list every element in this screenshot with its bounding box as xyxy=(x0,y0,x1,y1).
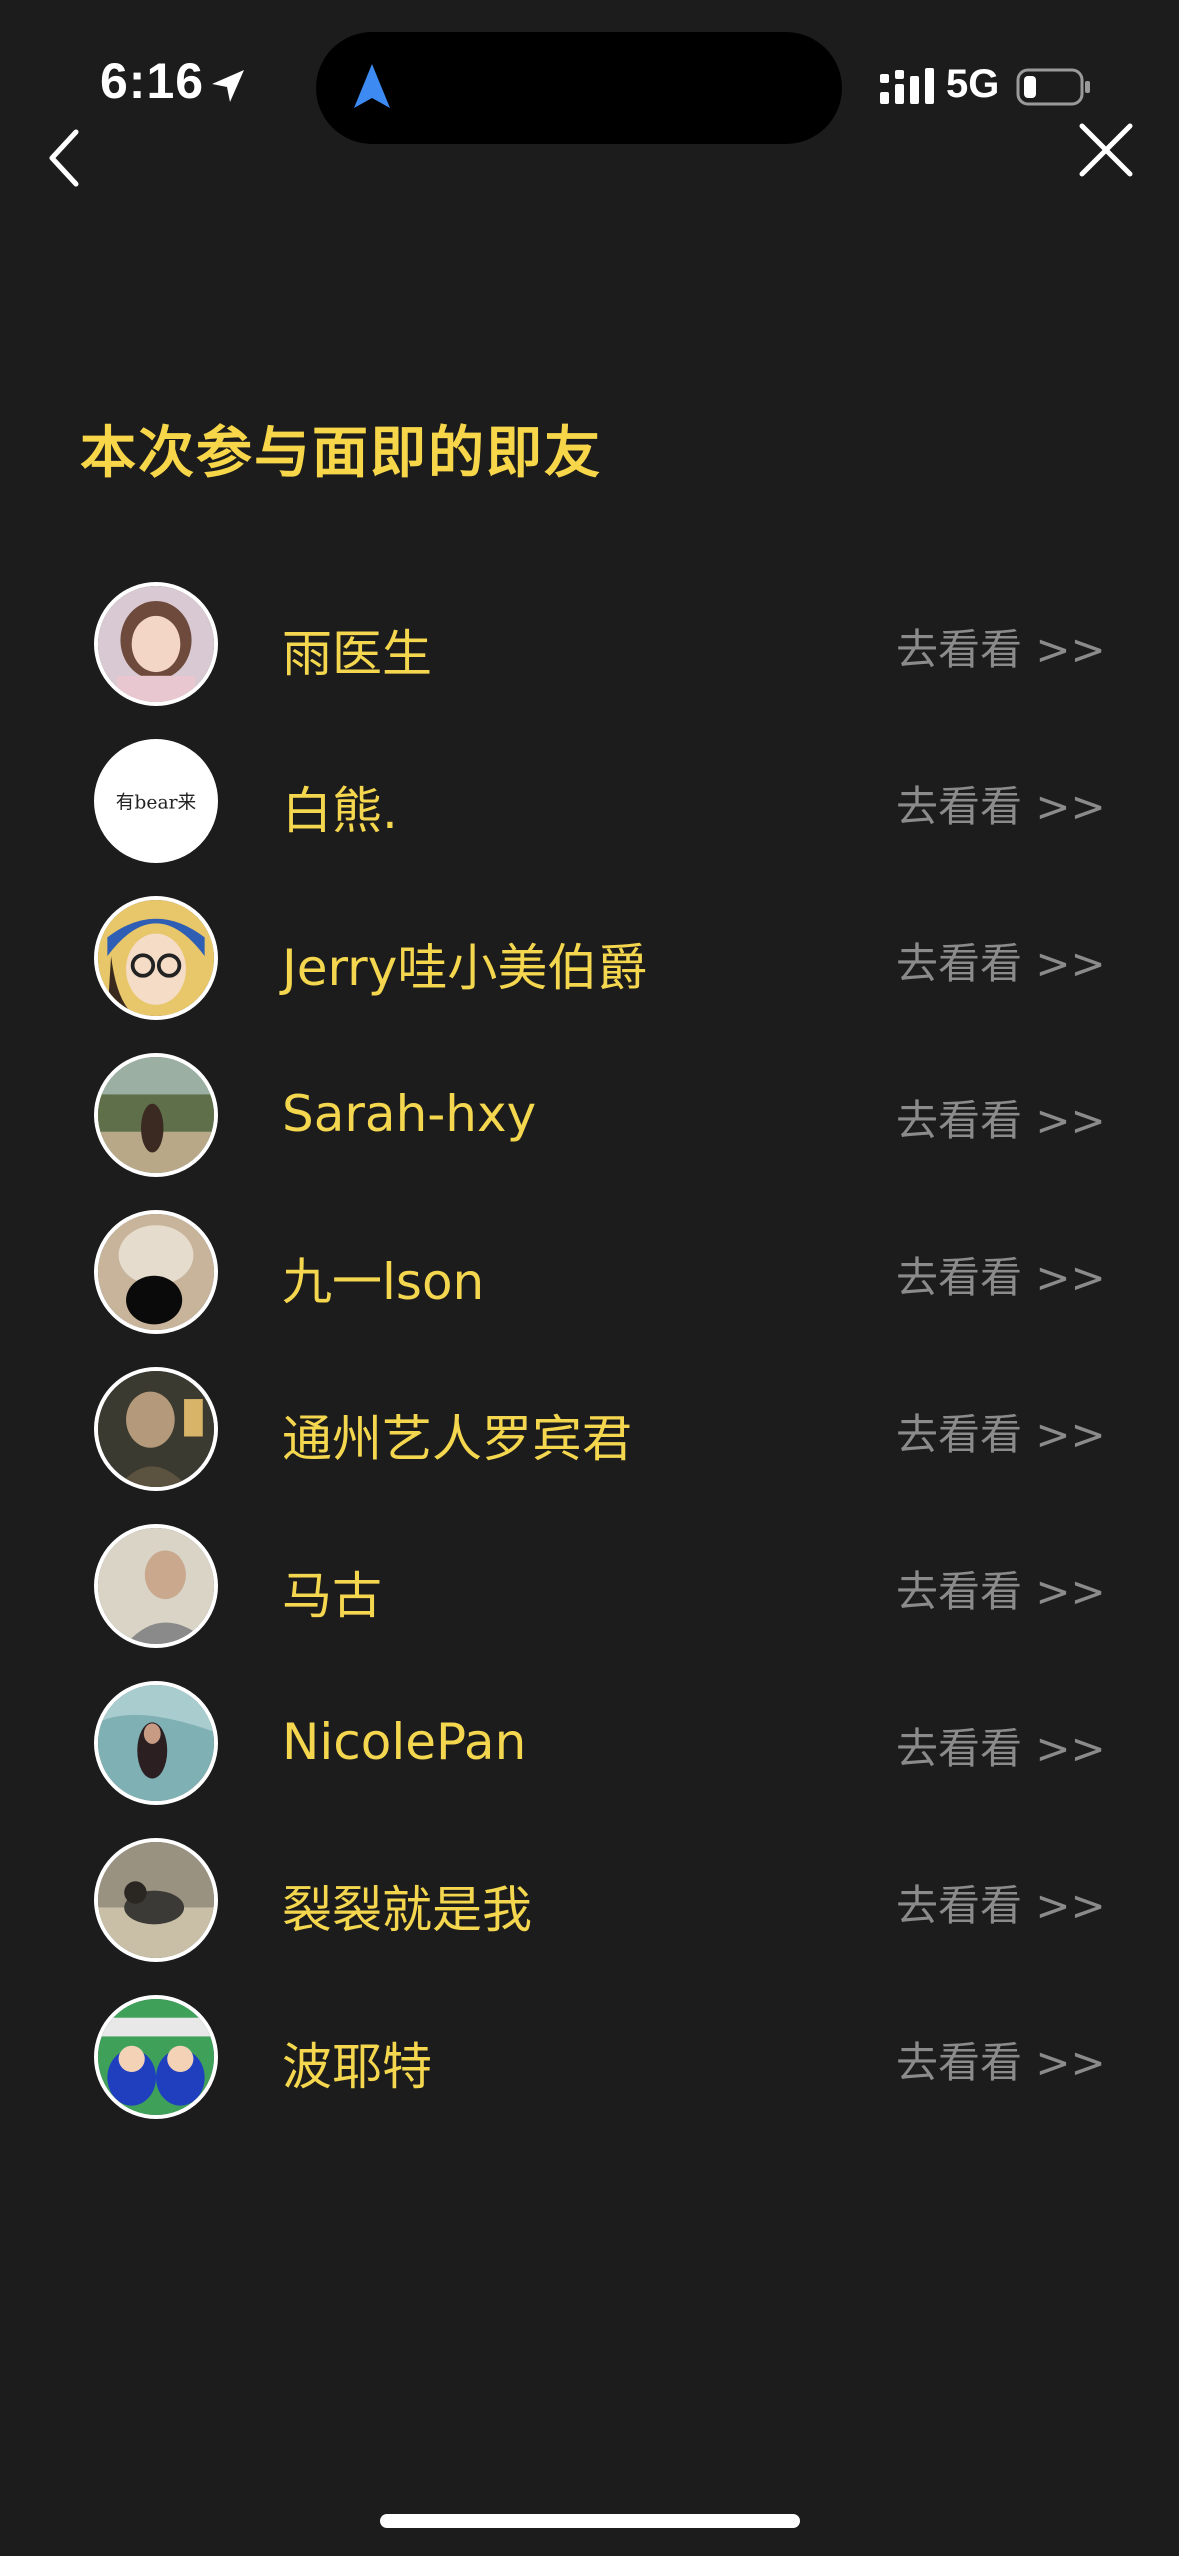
page-title: 本次参与面即的即友 xyxy=(80,421,602,486)
friend-name: 雨医生 xyxy=(282,625,432,683)
list-item[interactable]: 裂裂就是我 去看看 >> xyxy=(0,1838,1179,1966)
avatar[interactable]: 有bear来 xyxy=(94,739,218,863)
anime-girl-avatar-icon xyxy=(98,586,214,702)
friend-name: Jerry哇小美伯爵 xyxy=(282,939,648,997)
list-item[interactable]: 有bear来 白熊. 去看看 >> xyxy=(0,739,1179,867)
friend-name: 白熊. xyxy=(282,782,398,840)
view-link[interactable]: 去看看 >> xyxy=(896,930,1106,991)
navigation-arrow-icon xyxy=(354,64,390,108)
cartoon-girl-glasses-avatar-icon xyxy=(98,900,214,1016)
status-time: 6:16 xyxy=(100,53,205,109)
view-link[interactable]: 去看看 >> xyxy=(896,1558,1106,1619)
avatar[interactable] xyxy=(94,1681,218,1805)
avatar[interactable] xyxy=(94,1524,218,1648)
view-link[interactable]: 去看看 >> xyxy=(896,773,1106,834)
cartoon-group-avatar-icon xyxy=(98,1999,214,2115)
view-link[interactable]: 去看看 >> xyxy=(896,2029,1106,2090)
signal-bars-icon xyxy=(880,68,934,104)
list-item[interactable]: Sarah-hxy 去看看 >> xyxy=(0,1053,1179,1181)
avatar[interactable] xyxy=(94,1995,218,2119)
avatar[interactable] xyxy=(94,1210,218,1334)
view-link[interactable]: 去看看 >> xyxy=(896,616,1106,677)
friend-name: Sarah-hxy xyxy=(282,1085,537,1143)
friend-name: 马古 xyxy=(282,1567,382,1625)
avatar[interactable] xyxy=(94,1838,218,1962)
friend-name: 九一lson xyxy=(282,1253,485,1311)
close-icon[interactable] xyxy=(1076,120,1136,180)
home-indicator[interactable] xyxy=(380,2514,800,2528)
avatar[interactable] xyxy=(94,582,218,706)
chevron-left-icon[interactable] xyxy=(40,124,92,192)
list-item[interactable]: 雨医生 去看看 >> xyxy=(0,582,1179,710)
list-item[interactable]: 波耶特 去看看 >> xyxy=(0,1995,1179,2123)
view-link[interactable]: 去看看 >> xyxy=(896,1715,1106,1776)
friend-name: NicolePan xyxy=(282,1713,527,1771)
friend-name: 通州艺人罗宾君 xyxy=(282,1410,632,1468)
list-item[interactable]: 通州艺人罗宾君 去看看 >> xyxy=(0,1367,1179,1495)
portrait-avatar-icon xyxy=(98,1685,214,1801)
view-link[interactable]: 去看看 >> xyxy=(896,1872,1106,1933)
battery-icon xyxy=(1016,68,1090,106)
friend-name: 裂裂就是我 xyxy=(282,1881,532,1939)
list-item[interactable]: Jerry哇小美伯爵 去看看 >> xyxy=(0,896,1179,1024)
portrait-avatar-icon xyxy=(98,1371,214,1487)
view-link[interactable]: 去看看 >> xyxy=(896,1087,1106,1148)
text-logo-avatar-icon: 有bear来 xyxy=(98,743,214,859)
view-link[interactable]: 去看看 >> xyxy=(896,1244,1106,1305)
list-item[interactable]: 九一lson 去看看 >> xyxy=(0,1210,1179,1338)
photo-avatar-icon xyxy=(98,1842,214,1958)
location-arrow-icon xyxy=(212,70,244,102)
svg-text:有bear来: 有bear来 xyxy=(116,792,197,813)
outdoor-photo-avatar-icon xyxy=(98,1057,214,1173)
friend-name: 波耶特 xyxy=(282,2038,432,2096)
avatar[interactable] xyxy=(94,1367,218,1491)
list-item[interactable]: NicolePan 去看看 >> xyxy=(0,1681,1179,1809)
list-item[interactable]: 马古 去看看 >> xyxy=(0,1524,1179,1652)
avatar[interactable] xyxy=(94,896,218,1020)
status-bar: 6:16 5G xyxy=(0,0,1179,150)
avatar[interactable] xyxy=(94,1053,218,1177)
view-link[interactable]: 去看看 >> xyxy=(896,1401,1106,1462)
photo-avatar-icon xyxy=(98,1214,214,1330)
dynamic-island xyxy=(316,32,842,144)
network-type: 5G xyxy=(946,62,1000,106)
portrait-avatar-icon xyxy=(98,1528,214,1644)
